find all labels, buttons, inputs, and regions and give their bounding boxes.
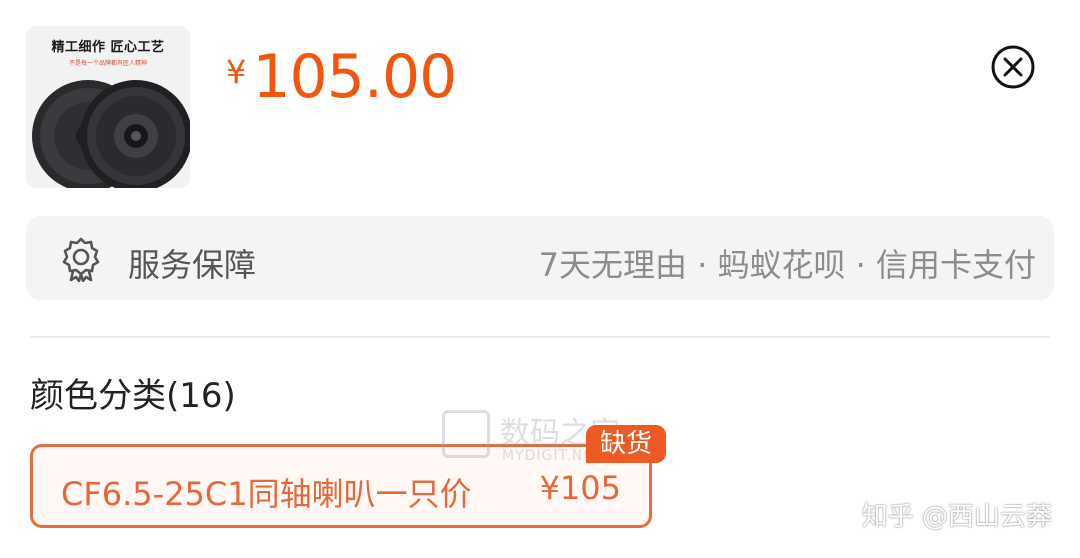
thumbnail-title: 精工细作 匠心工艺 <box>51 40 165 55</box>
speaker-image <box>32 80 190 188</box>
variant-section-title: 颜色分类(16) <box>30 376 236 416</box>
product-price: ¥105.00 <box>226 42 457 112</box>
badge-icon <box>62 237 100 282</box>
out-of-stock-badge: 缺货 <box>586 425 667 463</box>
sku-selector-sheet: 精工细作 匠心工艺 不是每一个品牌都有匠人精神 ¥105.00 服务保障 7天无… <box>0 0 1080 558</box>
close-circle-icon <box>991 45 1035 89</box>
variant-option-price: ¥105 <box>539 469 621 507</box>
watermark-corner-text: 知乎 @西山云莽 <box>861 502 1052 532</box>
close-button[interactable] <box>990 44 1036 90</box>
product-thumbnail[interactable]: 精工细作 匠心工艺 不是每一个品牌都有匠人精神 <box>26 26 190 188</box>
price-amount: 105.00 <box>252 42 457 112</box>
service-label: 服务保障 <box>128 246 257 284</box>
divider <box>30 336 1050 338</box>
service-guarantee-row[interactable]: 服务保障 7天无理由 · 蚂蚁花呗 · 信用卡支付 <box>26 216 1054 300</box>
currency-symbol: ¥ <box>226 53 247 91</box>
service-detail: 7天无理由 · 蚂蚁花呗 · 信用卡支付 <box>538 246 1036 284</box>
variant-option-name: CF6.5-25C1同轴喇叭一只价 <box>61 475 472 513</box>
watermark-box-icon <box>442 410 490 458</box>
